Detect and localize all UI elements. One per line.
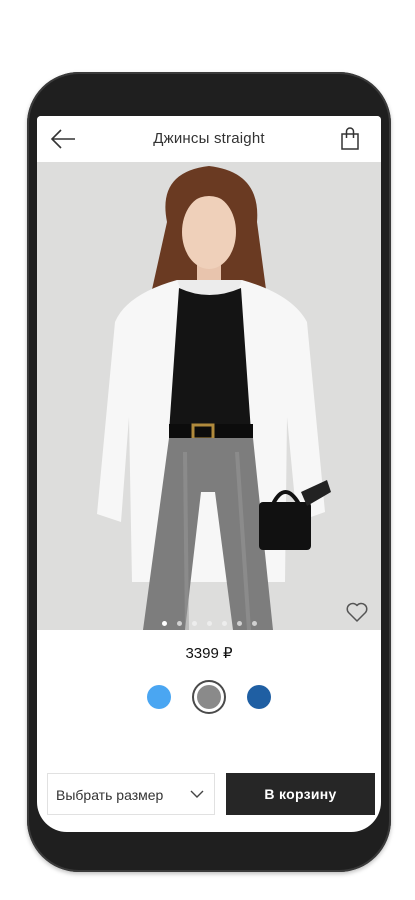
- app-screen: Джинсы straight 3399 ₽ Выбрать размер В …: [37, 116, 381, 832]
- gallery-dot[interactable]: [236, 621, 242, 626]
- heart-outline-icon: [346, 602, 368, 622]
- model-photo: [37, 162, 381, 630]
- color-swatch-dark-blue[interactable]: [242, 680, 276, 714]
- favorite-button[interactable]: [345, 601, 369, 623]
- add-to-cart-button[interactable]: В корзину: [226, 773, 375, 815]
- gallery-dot[interactable]: [206, 621, 212, 626]
- shopping-bag-icon: [341, 127, 359, 150]
- color-swatches: [37, 680, 381, 716]
- product-price: 3399 ₽: [185, 645, 233, 662]
- swatch-fill: [147, 685, 171, 709]
- swatch-fill: [247, 685, 271, 709]
- gallery-dot[interactable]: [191, 621, 197, 626]
- gallery-dot[interactable]: [251, 621, 257, 626]
- arrow-left-icon: [50, 129, 75, 149]
- gallery-dots: [37, 613, 381, 626]
- page-title: Джинсы straight: [153, 130, 265, 147]
- size-select-label: Выбрать размер: [56, 787, 164, 803]
- back-button[interactable]: [49, 126, 79, 152]
- chevron-down-icon: [190, 790, 204, 798]
- swatch-fill: [197, 685, 221, 709]
- top-bar: Джинсы straight: [37, 116, 381, 162]
- gallery-dot[interactable]: [221, 621, 227, 626]
- product-image[interactable]: [37, 162, 381, 630]
- color-swatch-light-blue[interactable]: [142, 680, 176, 714]
- gallery-dot[interactable]: [161, 621, 167, 626]
- color-swatch-gray[interactable]: [192, 680, 226, 714]
- gallery-dot[interactable]: [176, 621, 182, 626]
- cart-button[interactable]: [339, 127, 361, 151]
- size-select[interactable]: Выбрать размер: [47, 773, 215, 815]
